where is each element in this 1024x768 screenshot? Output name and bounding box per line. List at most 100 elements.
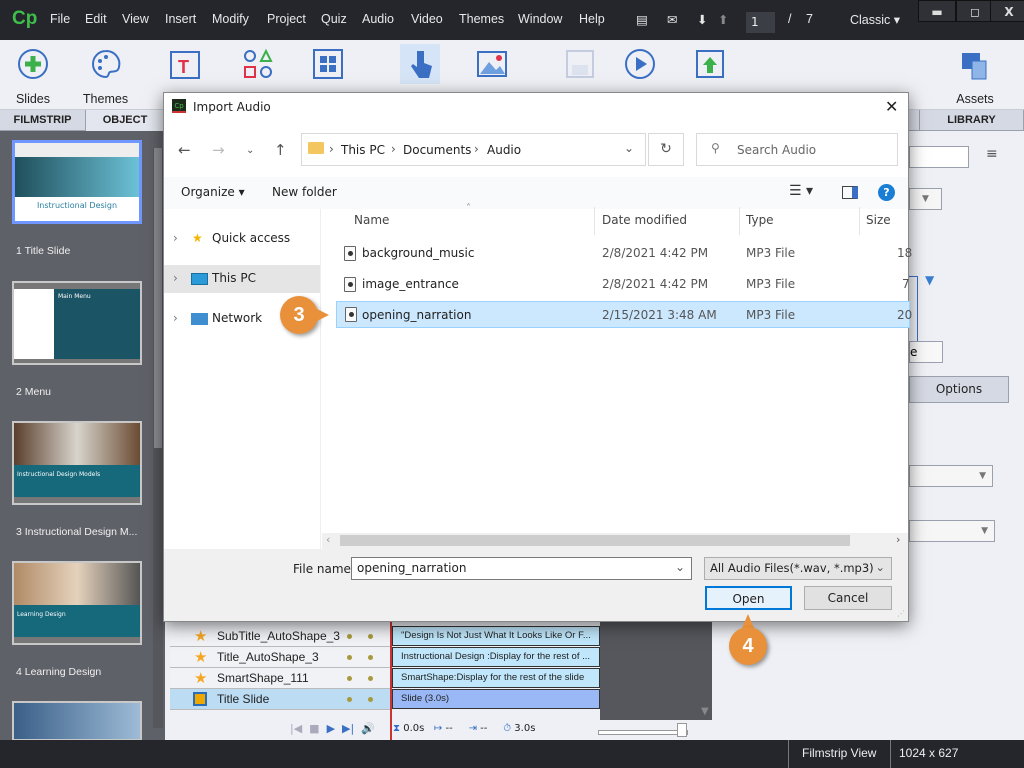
close-button[interactable]: X xyxy=(990,0,1024,22)
timeline-bar[interactable]: "Design Is Not Just What It Looks Like O… xyxy=(392,626,600,646)
tab-object-state[interactable]: OBJECT STATE xyxy=(86,110,165,146)
resize-grip[interactable]: ⋰ xyxy=(897,609,905,618)
lock-dot[interactable] xyxy=(368,655,373,660)
panel-dropdown-2[interactable]: ▼ xyxy=(909,465,993,487)
slide-thumbnail-1[interactable]: Instructional Design xyxy=(12,140,142,224)
lock-dot[interactable] xyxy=(368,697,373,702)
shapes-button[interactable] xyxy=(238,44,278,92)
breadcrumb-documents[interactable]: Documents xyxy=(403,143,471,157)
assets-button[interactable]: Assets xyxy=(950,44,1000,106)
help-icon[interactable]: ? xyxy=(878,184,895,201)
stop-icon[interactable]: ■ xyxy=(309,722,319,735)
scroll-left-arrow[interactable]: ‹ xyxy=(326,533,330,546)
mail-icon[interactable]: ✉ xyxy=(667,12,677,27)
refresh-button[interactable]: ↻ xyxy=(648,133,684,166)
file-row[interactable]: image_entrance 2/8/2021 4:42 PM MP3 File 7 xyxy=(336,271,910,298)
panel-input[interactable] xyxy=(909,146,969,168)
objects-button[interactable] xyxy=(308,44,348,92)
panel-menu-icon[interactable]: ≡ xyxy=(986,146,998,162)
horizontal-scrollbar[interactable]: ‹ › xyxy=(322,533,908,549)
recent-locations-button[interactable]: ⌄ xyxy=(246,145,254,156)
timeline-bar[interactable]: Slide (3.0s) xyxy=(392,689,600,709)
text-button[interactable]: T xyxy=(165,44,205,92)
menu-file[interactable]: File xyxy=(50,12,70,26)
preview-pane-icon[interactable] xyxy=(842,186,858,199)
menu-modify[interactable]: Modify xyxy=(212,12,249,26)
menu-project[interactable]: Project xyxy=(267,12,306,26)
panel-button[interactable]: e xyxy=(909,341,943,363)
visibility-dot[interactable] xyxy=(347,697,352,702)
file-row-selected[interactable]: opening_narration 2/15/2021 3:48 AM MP3 Fi… xyxy=(336,301,912,328)
rewind-icon[interactable]: |◀ xyxy=(290,722,302,735)
zoom-slider-handle[interactable] xyxy=(677,723,687,737)
organize-button[interactable]: Organize ▾ xyxy=(181,185,245,199)
save-button[interactable] xyxy=(560,44,600,92)
breadcrumb-audio[interactable]: Audio xyxy=(487,143,521,157)
interactions-button[interactable] xyxy=(400,44,440,92)
slide-thumbnail-3[interactable]: Instructional Design Models xyxy=(12,421,142,505)
scroll-thumb[interactable] xyxy=(154,148,162,448)
play-icon[interactable]: ▶ xyxy=(327,722,335,735)
column-size[interactable]: Size xyxy=(866,213,891,227)
column-name[interactable]: Name xyxy=(354,213,389,227)
column-date-modified[interactable]: Date modified xyxy=(602,213,687,227)
file-name-input[interactable]: opening_narration ⌄ xyxy=(351,557,692,580)
timeline-row[interactable]: ★ Title_AutoShape_3 xyxy=(170,647,390,668)
menu-quiz[interactable]: Quiz xyxy=(321,12,347,26)
scroll-thumb[interactable] xyxy=(340,535,850,546)
publish-button[interactable] xyxy=(690,44,730,92)
tab-filmstrip[interactable]: FILMSTRIP xyxy=(0,110,86,131)
scroll-right-arrow[interactable]: › xyxy=(896,533,900,546)
timeline-bar[interactable]: Instructional Design :Display for the re… xyxy=(392,647,600,667)
panel-dropdown-3[interactable]: ▼ xyxy=(909,520,995,542)
panel-dropdown-1[interactable]: ▼ xyxy=(909,188,942,210)
nav-quick-access[interactable]: › ★ Quick access xyxy=(164,225,320,253)
audio-icon[interactable]: 🔊 xyxy=(361,722,375,735)
maximize-button[interactable]: ◻ xyxy=(956,0,994,22)
forward-button[interactable]: → xyxy=(212,141,225,159)
new-folder-button[interactable]: New folder xyxy=(272,185,337,199)
visibility-dot[interactable] xyxy=(347,655,352,660)
preview-button[interactable] xyxy=(620,44,660,92)
menu-themes[interactable]: Themes xyxy=(459,12,504,26)
zoom-slider[interactable] xyxy=(598,730,688,735)
up-button[interactable]: ↑ xyxy=(274,141,287,159)
dialog-close-button[interactable]: ✕ xyxy=(885,97,898,116)
lock-dot[interactable] xyxy=(368,634,373,639)
visibility-dot[interactable] xyxy=(347,676,352,681)
timeline-row[interactable]: ★ SmartShape_111 xyxy=(170,668,390,689)
chevron-right-icon[interactable]: › xyxy=(173,231,178,245)
search-input[interactable]: ⚲ Search Audio xyxy=(696,133,898,166)
menu-help[interactable]: Help xyxy=(579,12,605,26)
chevron-right-icon[interactable]: › xyxy=(173,311,178,325)
scroll-down-arrow[interactable]: ▼ xyxy=(701,706,709,717)
workspace-dropdown[interactable]: Classic ▾ xyxy=(850,12,900,27)
column-type[interactable]: Type xyxy=(746,213,774,227)
open-button[interactable]: Open xyxy=(705,586,792,610)
slide-thumbnail-2[interactable]: Main Menu xyxy=(12,281,142,365)
chevron-right-icon[interactable]: › xyxy=(173,271,178,285)
breadcrumb-this-pc[interactable]: This PC xyxy=(341,143,385,157)
address-bar[interactable]: › This PC › Documents › Audio ⌄ xyxy=(301,133,646,166)
chevron-down-icon[interactable]: ⌄ xyxy=(675,560,685,574)
timeline-bar[interactable]: SmartShape:Display for the rest of the s… xyxy=(392,668,600,688)
themes-button[interactable]: Themes xyxy=(78,44,133,106)
tab-library[interactable]: LIBRARY xyxy=(919,110,1024,131)
arrow-up-icon[interactable]: ⬆ xyxy=(718,12,728,27)
address-dropdown-icon[interactable]: ⌄ xyxy=(624,141,634,155)
view-options-icon[interactable]: ☰ ▾ xyxy=(789,183,813,199)
comment-icon[interactable]: ▤ xyxy=(636,12,648,27)
menu-audio[interactable]: Audio xyxy=(362,12,394,26)
menu-view[interactable]: View xyxy=(122,12,149,26)
next-icon[interactable]: ▶| xyxy=(342,722,354,735)
slides-button[interactable]: Slides xyxy=(8,44,58,106)
timeline-row[interactable]: Title Slide xyxy=(170,689,390,710)
menu-insert[interactable]: Insert xyxy=(165,12,196,26)
media-button[interactable] xyxy=(472,44,512,92)
visibility-dot[interactable] xyxy=(347,634,352,639)
filmstrip-scrollbar[interactable] xyxy=(153,148,163,728)
file-type-filter[interactable]: All Audio Files(*.wav, *.mp3) ⌄ xyxy=(704,557,892,580)
menu-video[interactable]: Video xyxy=(411,12,443,26)
file-row[interactable]: background_music 2/8/2021 4:42 PM MP3 File… xyxy=(336,240,912,267)
back-button[interactable]: ← xyxy=(178,141,191,159)
